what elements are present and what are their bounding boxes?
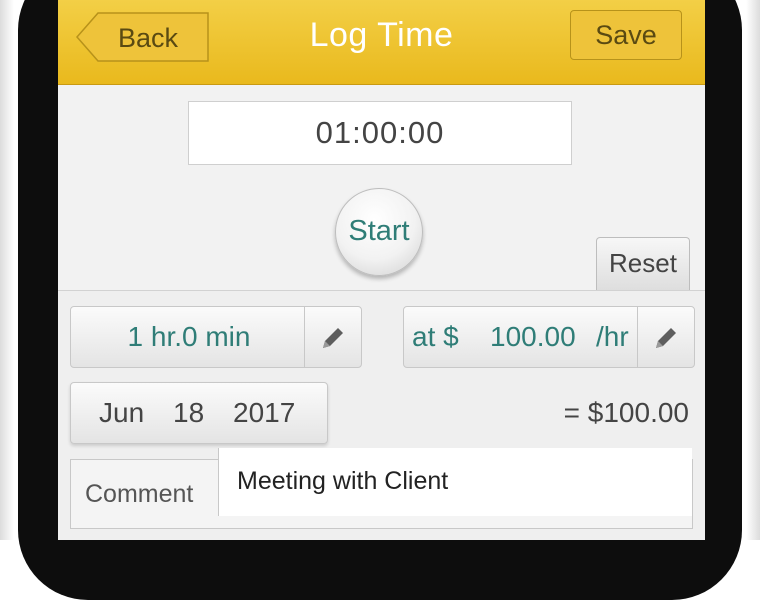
comment-label: Comment (85, 480, 194, 508)
comment-input[interactable]: Meeting with Client (218, 448, 692, 516)
duration-value: 1 hr.0 min (127, 321, 251, 352)
total-amount: = $100.00 (563, 397, 689, 428)
date-day: 18 (173, 397, 205, 428)
duration-field[interactable]: 1 hr.0 min (70, 306, 362, 368)
timer-panel: 01:00:00 Start Reset (58, 85, 705, 290)
save-button[interactable]: Save (570, 10, 682, 60)
rate-unit: /hr (596, 321, 629, 352)
date-month: Jun (99, 397, 145, 428)
date-picker-button[interactable]: Jun 18 2017 (70, 382, 328, 444)
start-button[interactable]: Start (335, 188, 423, 276)
rate-amount: 100.00 (490, 321, 576, 352)
comment-row: Comment Meeting with Client (70, 448, 693, 529)
pencil-icon (323, 328, 343, 348)
hourly-rate-field[interactable]: at $ 100.00 /hr (403, 306, 695, 368)
rate-prefix: at $ (412, 321, 459, 352)
device-bezel-left (0, 0, 14, 540)
section-divider (58, 290, 705, 291)
date-year: 2017 (233, 397, 296, 428)
app-screen: Back Log Time Save 01:00:00 Start Reset … (58, 0, 705, 540)
edit-duration-button[interactable] (304, 307, 361, 367)
edit-rate-button[interactable] (637, 307, 694, 367)
timer-display: 01:00:00 (188, 101, 572, 165)
navigation-bar: Back Log Time Save (58, 0, 705, 85)
pencil-icon (656, 328, 676, 348)
device-bezel-right (746, 0, 760, 540)
reset-button[interactable]: Reset (596, 237, 690, 290)
